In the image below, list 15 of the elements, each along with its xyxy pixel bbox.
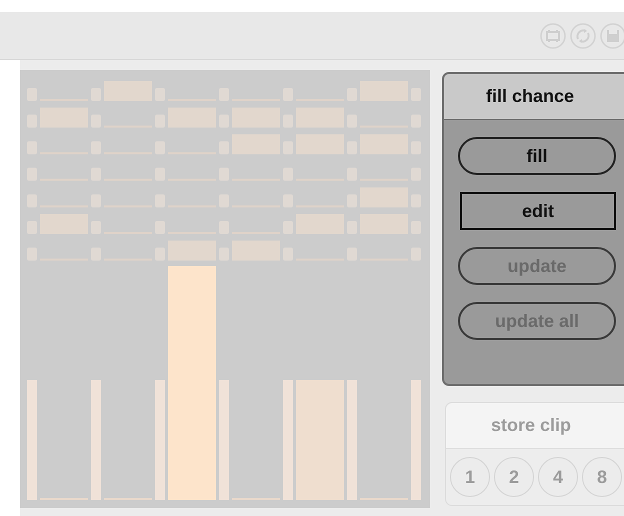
frame-icon[interactable] — [540, 22, 566, 48]
action-button[interactable]: fill — [458, 137, 616, 175]
velocity-marker[interactable] — [27, 380, 37, 500]
velocity-bar[interactable] — [296, 380, 344, 500]
loop-icon[interactable] — [570, 22, 596, 48]
panel-title: fill chance — [444, 74, 624, 120]
velocity-marker[interactable] — [155, 380, 165, 500]
velocity-bar[interactable] — [168, 266, 216, 500]
toggle-button[interactable]: edit — [460, 192, 616, 230]
velocity-marker[interactable] — [91, 380, 101, 500]
save-icon[interactable] — [600, 22, 624, 48]
velocity-marker[interactable] — [411, 380, 421, 500]
velocity-marker[interactable] — [219, 380, 229, 500]
velocity-marker[interactable] — [347, 380, 357, 500]
velocity-marker[interactable] — [283, 380, 293, 500]
